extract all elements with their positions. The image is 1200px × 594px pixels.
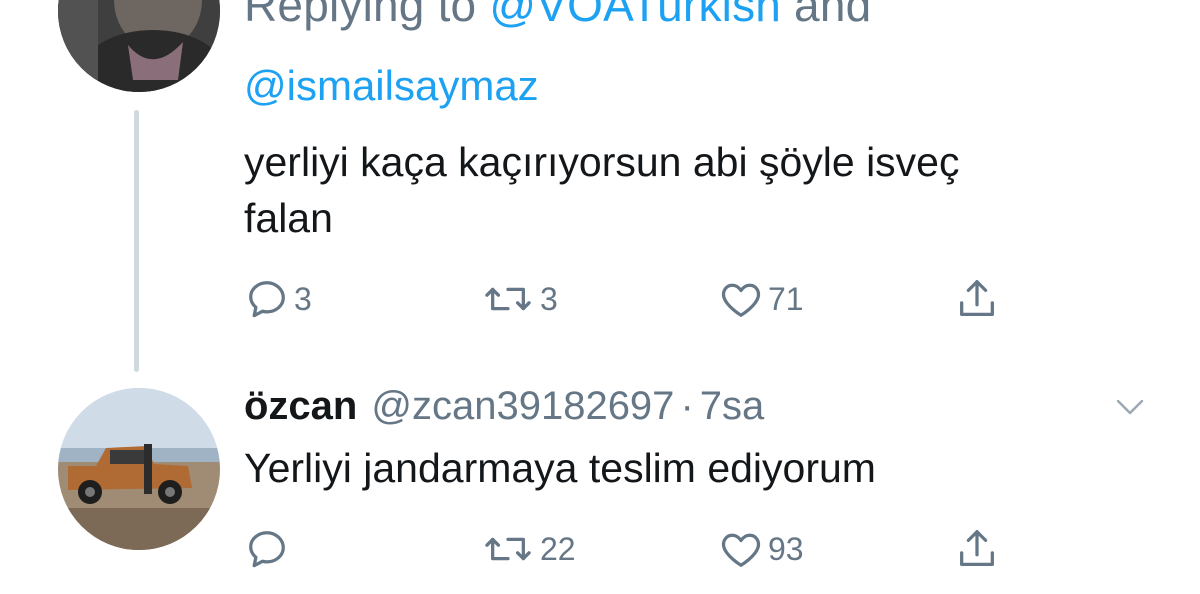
- like-icon: [721, 283, 761, 317]
- tweet-menu-button[interactable]: [1112, 392, 1148, 422]
- like-count: 71: [768, 280, 804, 317]
- retweet-count: 3: [540, 280, 558, 317]
- reply-button[interactable]: [244, 524, 294, 574]
- share-icon: [960, 280, 994, 316]
- replying-to-line: Replying to @VOATurkish and: [244, 0, 871, 32]
- thread-connector-line: [134, 110, 139, 372]
- tweet-text: yerliyi kaça kaçırıyorsun abi şöyle isve…: [244, 134, 1104, 246]
- like-count: 93: [768, 530, 804, 567]
- retweet-button[interactable]: 22: [480, 524, 576, 574]
- retweet-button[interactable]: 3: [480, 274, 558, 324]
- chevron-down-icon: [1116, 399, 1144, 415]
- retweet-count: 22: [540, 530, 576, 567]
- retweet-icon: [485, 537, 531, 561]
- like-icon: [721, 533, 761, 567]
- avatar-photo: [58, 0, 220, 92]
- reply-icon: [249, 531, 285, 568]
- replying-to-label: Replying to: [244, 0, 490, 31]
- like-button[interactable]: 71: [718, 274, 804, 324]
- share-button[interactable]: [954, 524, 1000, 574]
- tweet-header: özcan @zcan39182697 · 7sa: [244, 384, 764, 429]
- mention-link[interactable]: @VOATurkish: [489, 0, 781, 31]
- mention-link[interactable]: @ismailsaymaz: [244, 62, 539, 110]
- reply-button[interactable]: 3: [244, 274, 312, 324]
- reply-icon: [249, 281, 285, 318]
- tweet-text-line: yerliyi kaça kaçırıyorsun abi şöyle isve…: [244, 139, 960, 185]
- tweet-text: Yerliyi jandarmaya teslim ediyorum: [244, 445, 876, 491]
- tweet-thread: Replying to @VOATurkish and @ismailsayma…: [0, 0, 1200, 594]
- avatar[interactable]: [58, 388, 220, 550]
- display-name[interactable]: özcan: [244, 384, 357, 428]
- separator-dot: ·: [680, 384, 694, 428]
- avatar-photo: [58, 388, 220, 550]
- avatar[interactable]: [58, 0, 220, 92]
- timestamp[interactable]: 7sa: [700, 384, 765, 428]
- tweet-actions: 22 93: [244, 524, 1144, 574]
- tweet-text-line: falan: [244, 195, 333, 241]
- tweet-actions: 3 3 71: [244, 274, 1144, 324]
- like-button[interactable]: 93: [718, 524, 804, 574]
- share-icon: [960, 530, 994, 566]
- replying-to-conjunction: and: [781, 0, 872, 31]
- reply-count: 3: [294, 280, 312, 317]
- retweet-icon: [485, 287, 531, 311]
- share-button[interactable]: [954, 274, 1000, 324]
- user-handle[interactable]: @zcan39182697: [371, 384, 674, 428]
